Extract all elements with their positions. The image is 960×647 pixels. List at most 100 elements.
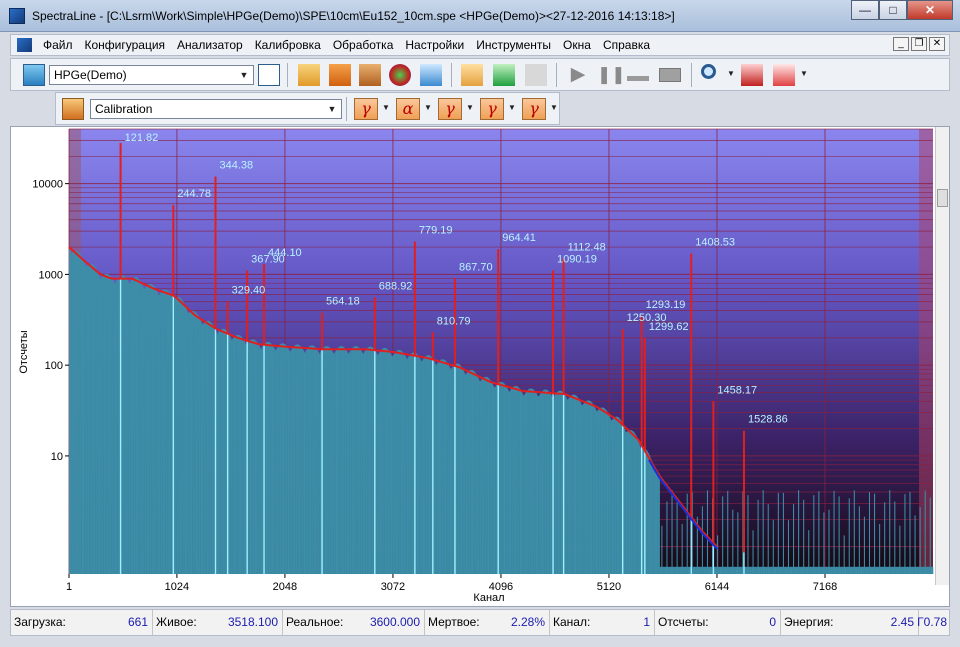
spectrum-bar [676, 502, 678, 574]
nuclide-button[interactable]: γ [354, 98, 378, 120]
chevron-down-icon: ▼ [239, 70, 249, 80]
spectrum-bar [818, 491, 820, 574]
spectrum-bar [772, 520, 774, 574]
minimize-button[interactable]: — [851, 0, 879, 20]
calibration-chart-icon[interactable] [461, 64, 483, 86]
peak-label: 779.19 [419, 225, 453, 237]
spectrum-bar [658, 473, 660, 574]
chevron-down-icon[interactable]: ▼ [382, 103, 390, 112]
y-tick-label: 10000 [32, 179, 63, 191]
close-button[interactable]: ✕ [907, 0, 953, 20]
doc-minimize-button[interactable]: _ [893, 37, 909, 51]
scrollbar-thumb[interactable] [937, 189, 948, 207]
spectrum-panel: 121.82 244.78 344.38 367.90 444.10 329.40 564.… [10, 126, 950, 607]
delete-marker-icon[interactable] [741, 64, 763, 86]
spectrum-bar [787, 520, 790, 574]
print-icon[interactable] [359, 64, 381, 86]
menu-item[interactable]: Анализатор [177, 38, 243, 52]
detector-select[interactable]: HPGe(Demo) ▼ [49, 65, 254, 85]
nuclide-button[interactable]: α [396, 98, 420, 120]
clear-icon[interactable] [659, 64, 681, 86]
x-tick-label: 1024 [165, 581, 189, 593]
spectrum-bar [671, 490, 673, 574]
y-axis-label: Отсчеты [18, 330, 30, 373]
nuclide-button[interactable]: γ [480, 98, 504, 120]
roi-right-band [919, 129, 933, 574]
document-icon[interactable] [17, 38, 32, 52]
library-icon[interactable] [420, 64, 442, 86]
nuclide-button[interactable]: γ [522, 98, 546, 120]
spectrum-bar [848, 498, 850, 574]
separator [287, 63, 288, 87]
chevron-down-icon[interactable]: ▼ [550, 103, 558, 112]
chevron-down-icon[interactable]: ▼ [424, 103, 432, 112]
separator [451, 63, 452, 87]
peak-label: 1293.19 [646, 299, 686, 311]
spectrum-bar [661, 525, 663, 574]
menu-items: Файл Конфигурация Анализатор Калибровка Обра… [43, 38, 650, 52]
maximize-button[interactable]: □ [879, 0, 907, 20]
start-icon[interactable]: ▶ [567, 64, 589, 86]
spectrum-bar [757, 499, 759, 574]
peak-label: 564.18 [326, 296, 360, 308]
peak-label: 344.38 [220, 159, 254, 171]
menu-item[interactable]: Настройки [405, 38, 464, 52]
mode-select[interactable]: Calibration ▼ [90, 99, 342, 119]
peak-label: 1299.62 [649, 321, 689, 333]
doc-restore-button[interactable]: ❐ [911, 37, 927, 51]
x-tick-label: 3072 [381, 581, 405, 593]
spectrum-bar [894, 501, 896, 574]
chevron-down-icon[interactable]: ▼ [727, 69, 735, 78]
spectrum-chart[interactable]: 121.82244.78344.38367.90444.10329.40564.… [11, 127, 949, 606]
menu-item[interactable]: Обработка [333, 38, 394, 52]
peak-search-icon[interactable] [493, 64, 515, 86]
spectrum-bar [777, 492, 779, 574]
save-icon[interactable] [329, 64, 351, 86]
menu-item[interactable]: Калибровка [255, 38, 321, 52]
peak-label: 1458.17 [717, 384, 757, 396]
menu-item[interactable]: Файл [43, 38, 73, 52]
menu-item[interactable]: Окна [563, 38, 591, 52]
spectrum-bar [863, 516, 865, 574]
calibration-book-icon[interactable] [62, 98, 84, 120]
status-real: Реальное: 3600.000 [283, 610, 425, 635]
y-tick-label: 100 [45, 360, 63, 372]
chevron-down-icon[interactable]: ▼ [466, 103, 474, 112]
separator [691, 63, 692, 87]
menu-item[interactable]: Конфигурация [85, 38, 166, 52]
spectrum-bar [762, 490, 764, 574]
chevron-down-icon[interactable]: ▼ [508, 103, 516, 112]
title-bar: SpectraLine - [C:\Lsrm\Work\Simple\HPGe(… [0, 0, 960, 32]
y-tick-label: 10 [51, 451, 63, 463]
status-counts: Отсчеты: 0 [655, 610, 781, 635]
compare-spectra-icon[interactable] [525, 64, 547, 86]
nuclide-button[interactable]: γ [438, 98, 462, 120]
open-folder-icon[interactable] [298, 64, 320, 86]
chevron-down-icon[interactable]: ▼ [800, 69, 808, 78]
pause-icon[interactable]: ❚❚ [597, 64, 626, 86]
spectrum-bar [904, 494, 906, 574]
zoom-icon[interactable] [701, 64, 723, 86]
spectrum-bar [833, 490, 835, 574]
detector-settings-icon[interactable] [258, 64, 280, 86]
peak-label: 1090.19 [557, 254, 597, 266]
vertical-scrollbar[interactable] [935, 127, 949, 585]
doc-close-button[interactable]: ✕ [929, 37, 945, 51]
fit-peak-icon[interactable] [773, 64, 795, 86]
x-tick-label: 1 [66, 581, 72, 593]
spectrum-bar [929, 497, 931, 574]
spectrum-bar [924, 490, 926, 574]
spectrum-bar [868, 492, 871, 574]
status-live: Живое: 3518.100 [153, 610, 283, 635]
menu-item[interactable]: Справка [603, 38, 650, 52]
separator [556, 63, 557, 87]
nuclides-icon[interactable] [389, 64, 411, 86]
spectrum-bar [737, 512, 739, 574]
stop-icon[interactable] [627, 64, 649, 86]
peak-label: 810.79 [437, 315, 471, 327]
spectrum-bar [666, 501, 668, 574]
menu-item[interactable]: Инструменты [476, 38, 551, 52]
mode-value: Calibration [95, 102, 153, 116]
detector-icon[interactable] [23, 64, 45, 86]
x-tick-label: 7168 [813, 581, 837, 593]
